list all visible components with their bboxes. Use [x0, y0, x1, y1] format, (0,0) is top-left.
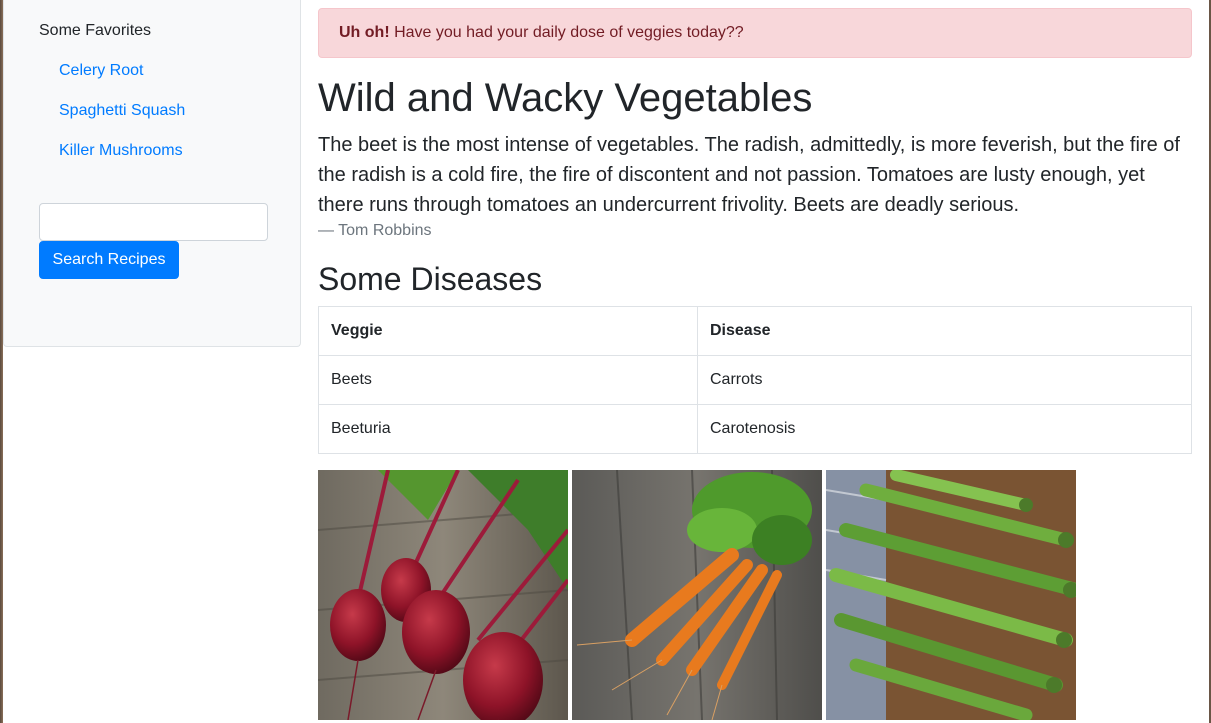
favorite-item: Celery Root	[59, 62, 185, 102]
blockquote-author: — Tom Robbins	[318, 222, 432, 239]
favorite-link-spaghetti-squash[interactable]: Spaghetti Squash	[59, 102, 185, 119]
table-cell: Carrots	[697, 355, 1192, 405]
table-header-veggie: Veggie	[318, 306, 698, 356]
section-title: Some Diseases	[318, 261, 543, 297]
favorites-list: Celery Root Spaghetti Squash Killer Mush…	[59, 62, 185, 182]
page-title: Wild and Wacky Vegetables	[318, 76, 813, 120]
search-recipes-button[interactable]: Search Recipes	[39, 241, 179, 279]
alert-banner: Uh oh! Have you had your daily dose of v…	[318, 8, 1192, 58]
favorite-link-killer-mushrooms[interactable]: Killer Mushrooms	[59, 142, 183, 159]
table-row: Beets Carrots	[318, 355, 1192, 405]
table-header-disease: Disease	[697, 306, 1192, 356]
alert-strong-text: Uh oh!	[339, 24, 390, 41]
carrots-photo	[572, 470, 822, 720]
sidebar-heading: Some Favorites	[39, 22, 152, 39]
table-cell: Beets	[318, 355, 698, 405]
alert-message: Have you had your daily dose of veggies …	[389, 24, 744, 41]
table-header-row: Veggie Disease	[318, 306, 1192, 356]
table-row: Beeturia Carotenosis	[318, 404, 1192, 454]
asparagus-photo	[826, 470, 1076, 720]
table-cell: Beeturia	[318, 404, 698, 454]
blockquote-text: The beet is the most intense of vegetabl…	[318, 134, 1180, 216]
beets-photo	[318, 470, 568, 720]
favorite-item: Spaghetti Squash	[59, 102, 185, 142]
table-cell: Carotenosis	[697, 404, 1192, 454]
diseases-table: Veggie Disease Beets Carrots Beeturia Ca…	[318, 306, 1192, 454]
favorite-link-celery-root[interactable]: Celery Root	[59, 62, 143, 79]
sidebar: Some Favorites Celery Root Spaghetti Squ…	[3, 0, 301, 347]
favorite-item: Killer Mushrooms	[59, 142, 185, 182]
search-input[interactable]	[39, 203, 268, 241]
